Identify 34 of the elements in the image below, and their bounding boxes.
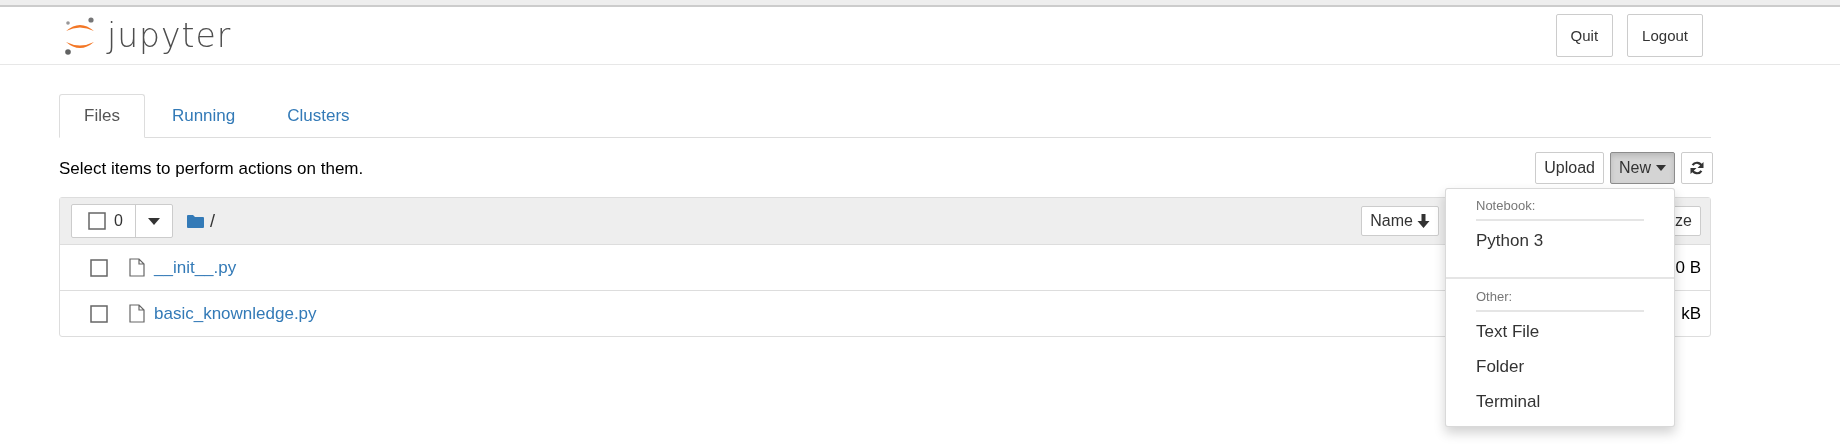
file-size: 0 B [1675,257,1701,278]
caret-icon [1656,165,1666,171]
down-arrow-icon [1417,214,1430,228]
caret-icon [147,217,160,225]
select-all-control[interactable]: 0 [71,204,173,238]
checkbox[interactable] [90,258,108,277]
jupyter-logo-text: jupyter [107,16,232,55]
instructions-text: Select items to perform actions on them. [59,159,365,179]
selected-count: 0 [114,212,123,230]
file-icon [129,258,145,277]
tab[interactable]: Clusters [262,94,375,138]
file-link[interactable]: __init__.py [154,257,237,278]
refresh-button[interactable] [1681,152,1713,184]
path-link[interactable]: / [209,210,215,232]
menu-section-header: Other: [1476,286,1644,312]
header-button[interactable]: Logout [1627,14,1703,57]
file-icon [129,304,145,323]
menu-item[interactable]: Terminal [1446,384,1674,419]
file-link[interactable]: basic_knownledge.py [154,303,317,324]
menu-item[interactable]: Folder [1446,349,1674,384]
refresh-icon [1690,161,1704,175]
header-button[interactable]: Quit [1555,14,1614,57]
upload-button[interactable]: Upload [1535,152,1604,184]
checkbox[interactable] [90,304,108,323]
menu-item[interactable]: Text File [1446,314,1674,349]
jupyter-logo-icon [63,14,97,57]
checkbox[interactable] [88,212,106,230]
folder-icon [186,214,204,228]
menu-section-header: Notebook: [1476,195,1644,221]
tab[interactable]: Files [59,94,145,138]
new-button[interactable]: New [1610,152,1675,184]
tab[interactable]: Running [146,94,261,138]
file-size: kB [1681,303,1701,324]
sort-button[interactable]: Name [1361,206,1439,236]
